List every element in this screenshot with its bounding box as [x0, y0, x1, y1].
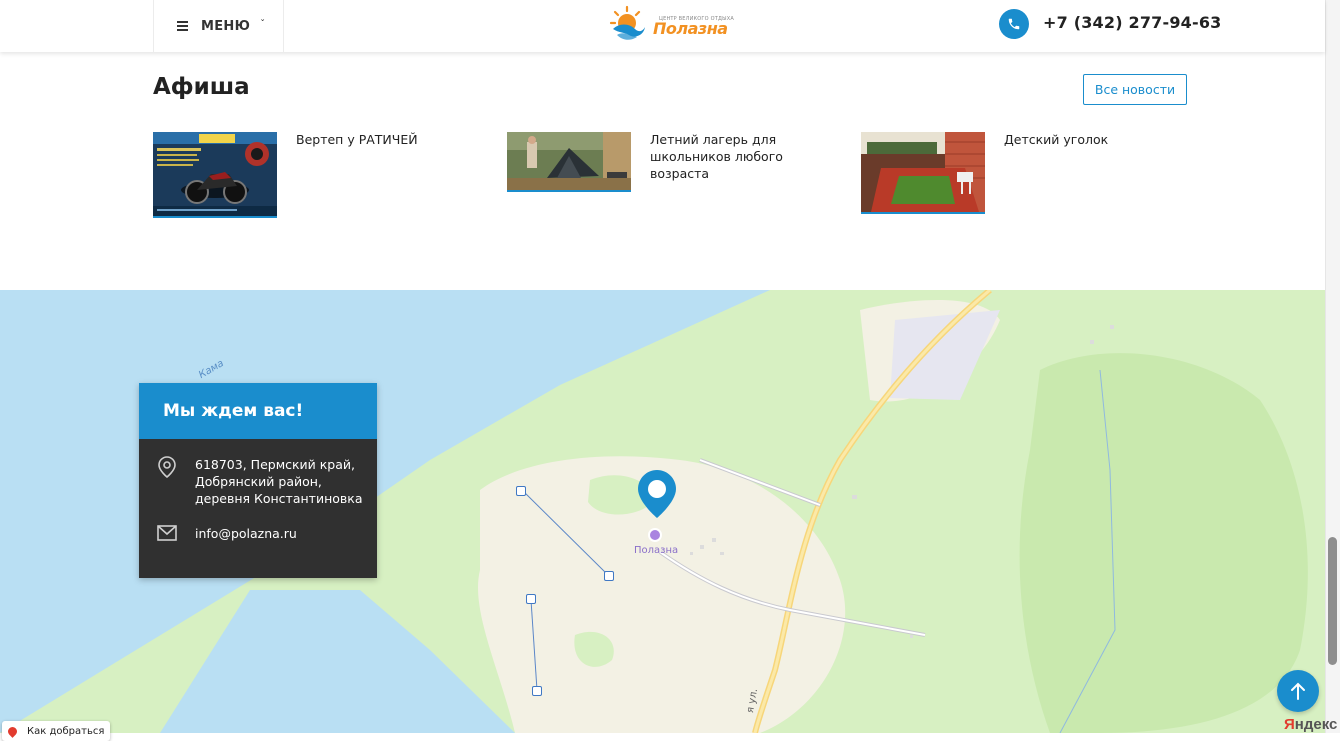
news-item[interactable]: Вертеп у РАТИЧЕЙ: [153, 132, 486, 218]
bus-stop-icon[interactable]: [532, 686, 542, 696]
place-label: Полазна: [634, 545, 679, 556]
hamburger-icon: [177, 21, 188, 31]
yandex-logo[interactable]: Яндекс: [1284, 716, 1337, 733]
site-header: МЕНЮ ˇ ЦЕНТР ВЕЛИКОГО ОТДЫХА Полазна +7 …: [0, 0, 1325, 52]
phone-icon[interactable]: [999, 9, 1029, 39]
bus-stop-icon[interactable]: [604, 571, 614, 581]
red-pin-icon: [6, 724, 19, 738]
news-image-kids-corner-photo[interactable]: [861, 132, 985, 214]
contact-card: Мы ждем вас! 618703, Пермский край, Добр…: [139, 383, 377, 578]
poi-trophy-icon[interactable]: [648, 528, 662, 542]
logo-name: Полазна: [653, 19, 728, 38]
news-image-camp-tent-photo[interactable]: [507, 132, 631, 192]
route-label[interactable]: Как добраться: [27, 726, 104, 737]
news-image-motorcycle-poster[interactable]: [153, 132, 277, 218]
phone-number[interactable]: +7 (342) 277-94-63: [1043, 13, 1222, 32]
location-marker-icon: [139, 456, 195, 507]
news-title[interactable]: Детский уголок: [1004, 131, 1194, 214]
address-row: 618703, Пермский край, Добрянский район,…: [139, 456, 365, 507]
news-item[interactable]: Летний лагерь для школьников любого возр…: [507, 132, 840, 192]
address-text: 618703, Пермский край, Добрянский район,…: [195, 457, 363, 506]
email-link[interactable]: info@polazna.ru: [195, 525, 297, 542]
menu-label: МЕНЮ: [201, 18, 251, 34]
contact-card-header: Мы ждем вас!: [139, 383, 377, 439]
chevron-down-icon: ˇ: [260, 18, 266, 30]
scrollbar-thumb[interactable]: [1328, 537, 1337, 665]
news-title[interactable]: Летний лагерь для школьников любого возр…: [650, 131, 840, 192]
location-pin-icon[interactable]: [638, 470, 676, 518]
route-button[interactable]: Как добраться: [2, 721, 110, 741]
sun-wave-logo-icon: [609, 5, 645, 40]
scroll-to-top-button[interactable]: [1277, 670, 1319, 712]
bus-stop-icon[interactable]: [526, 594, 536, 604]
yandex-logo-rest: ндекс: [1294, 716, 1338, 733]
contact-title: Мы ждем вас!: [163, 401, 304, 421]
email-row[interactable]: info@polazna.ru: [139, 525, 297, 542]
yandex-logo-prefix: Я: [1284, 716, 1295, 733]
all-news-button[interactable]: Все новости: [1083, 74, 1187, 105]
site-logo[interactable]: ЦЕНТР ВЕЛИКОГО ОТДЫХА Полазна: [609, 5, 734, 43]
arrow-up-icon: [1291, 682, 1305, 700]
news-item[interactable]: Детский уголок: [861, 132, 1194, 214]
menu-button[interactable]: МЕНЮ ˇ: [153, 0, 284, 52]
bus-stop-icon[interactable]: [516, 486, 526, 496]
news-title[interactable]: Вертеп у РАТИЧЕЙ: [296, 131, 486, 218]
mail-icon: [139, 525, 195, 542]
section-title-afisha: Афиша: [153, 74, 250, 100]
